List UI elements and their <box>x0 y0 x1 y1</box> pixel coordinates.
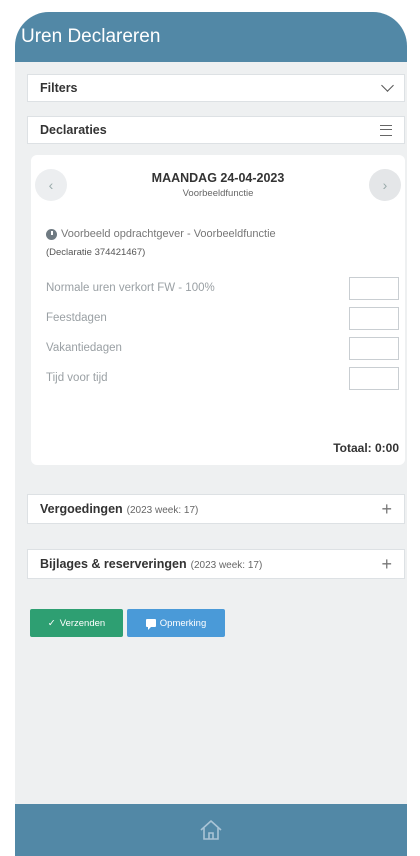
hours-input[interactable] <box>349 336 399 360</box>
clock-icon <box>46 228 57 240</box>
app-header: Uren Declareren <box>15 12 407 62</box>
chevron-down-icon[interactable] <box>381 79 394 92</box>
hours-row: Normale uren verkort FW - 100% <box>46 276 399 300</box>
plus-icon[interactable]: + <box>381 500 392 518</box>
vergoedingen-panel[interactable]: Vergoedingen (2023 week: 17) + <box>27 494 405 524</box>
hours-row-label: Vakantiedagen <box>46 342 122 354</box>
client-label: Voorbeeld opdrachtgever - Voorbeeldfunct… <box>61 228 276 240</box>
send-button[interactable]: ✓ Verzenden <box>30 609 123 637</box>
comment-icon <box>145 619 156 630</box>
client-line: Voorbeeld opdrachtgever - Voorbeeldfunct… <box>46 228 276 240</box>
hours-row-label: Normale uren verkort FW - 100% <box>46 282 215 294</box>
bottom-nav <box>15 804 407 856</box>
send-button-label: Verzenden <box>59 617 106 629</box>
date-label: MAANDAG 24-04-2023 <box>151 171 285 185</box>
home-icon[interactable] <box>198 818 224 842</box>
vergoedingen-heading: Vergoedingen (2023 week: 17) <box>40 500 198 518</box>
page-title: Uren Declareren <box>21 26 161 47</box>
bijlages-panel[interactable]: Bijlages & reserveringen (2023 week: 17) … <box>27 549 405 579</box>
hours-input[interactable] <box>349 276 399 300</box>
day-card: ‹ › MAANDAG 24-04-2023 Voorbeeldfunctie … <box>31 155 405 465</box>
vergoedingen-week: (2023 week: 17) <box>126 505 199 516</box>
filters-panel[interactable]: Filters <box>27 74 405 102</box>
hours-row-label: Feestdagen <box>46 312 107 324</box>
hours-row: Vakantiedagen <box>46 336 399 360</box>
comment-button-label: Opmerking <box>159 617 207 629</box>
app-screen: Uren Declareren Filters Declaraties ‹ › … <box>15 12 407 856</box>
hours-row: Tijd voor tijd <box>46 366 399 390</box>
bijlages-heading: Bijlages & reserveringen (2023 week: 17) <box>40 555 262 573</box>
check-icon: ✓ <box>47 617 56 629</box>
hours-input[interactable] <box>349 366 399 390</box>
declaraties-label: Declaraties <box>40 123 107 137</box>
role-label: Voorbeeldfunctie <box>182 188 254 199</box>
bijlages-label: Bijlages & reserveringen <box>40 557 187 571</box>
hours-row-label: Tijd voor tijd <box>46 372 108 384</box>
hours-row: Feestdagen <box>46 306 399 330</box>
declaration-number: (Declaratie 374421467) <box>46 247 146 258</box>
total-hours: Totaal: 0:00 <box>333 441 399 455</box>
comment-button[interactable]: Opmerking <box>127 609 225 637</box>
bijlages-week: (2023 week: 17) <box>190 560 263 571</box>
menu-icon[interactable] <box>380 124 392 136</box>
plus-icon[interactable]: + <box>381 555 392 573</box>
filters-label: Filters <box>40 81 78 95</box>
hours-input[interactable] <box>349 306 399 330</box>
declaraties-panel[interactable]: Declaraties <box>27 116 405 144</box>
vergoedingen-label: Vergoedingen <box>40 502 123 516</box>
